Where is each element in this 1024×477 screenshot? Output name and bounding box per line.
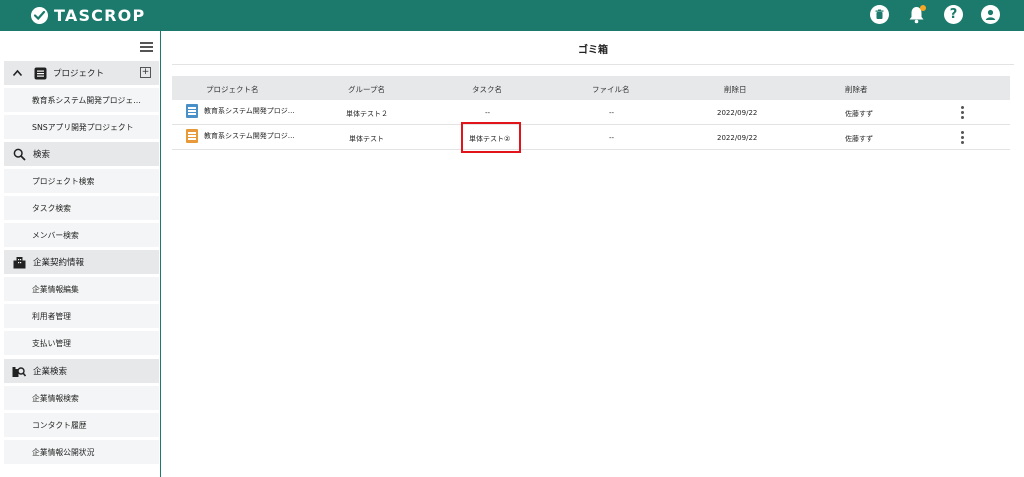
table-header: プロジェクト名 グループ名 タスク名 ファイル名 削除日 削除者 [172, 76, 1010, 100]
cell-file: -- [609, 134, 615, 142]
main-content: ゴミ箱 プロジェクト名 グループ名 タスク名 ファイル名 削除日 削除者 教育系… [162, 31, 1024, 477]
trash-icon[interactable] [870, 5, 889, 24]
cell-task: -- [485, 109, 491, 117]
column-header-deleted-by[interactable]: 削除者 [845, 84, 868, 95]
top-bar: TASCROP ? [0, 0, 1024, 31]
user-icon[interactable] [981, 5, 1000, 24]
sidebar-section-label: プロジェクト [53, 69, 105, 79]
column-header-file[interactable]: ファイル名 [592, 84, 630, 95]
page-title: ゴミ箱 [578, 45, 608, 56]
sidebar-item-user-management[interactable]: 利用者管理 [4, 304, 159, 328]
cell-deleted-date: 2022/09/22 [717, 134, 758, 142]
highlight-box [461, 122, 521, 153]
sidebar-section-company-contract[interactable]: 企業契約情報 [4, 250, 159, 274]
chevron-up-icon[interactable] [10, 66, 24, 80]
cell-group: 単体テスト２ [346, 110, 388, 118]
column-header-group[interactable]: グループ名 [348, 84, 385, 95]
menu-toggle-icon[interactable] [140, 42, 153, 52]
sidebar-item-task-search[interactable]: タスク検索 [4, 196, 159, 220]
sidebar-section-search[interactable]: 検索 [4, 142, 159, 166]
notification-dot [920, 5, 926, 11]
sidebar-section-project[interactable]: プロジェクト + [4, 61, 159, 85]
table-row[interactable]: 教育系システム開発プロジ… 単体テスト２ -- -- 2022/09/22 佐藤… [172, 100, 1010, 125]
sidebar-section-label: 企業検索 [33, 367, 68, 377]
title-divider [172, 64, 1014, 65]
building-icon [12, 255, 26, 269]
cell-file: -- [609, 109, 615, 117]
table-row[interactable]: 教育系システム開発プロジ… 単体テスト 単体テスト② -- 2022/09/22… [172, 125, 1010, 150]
sidebar-item-company-publish-status[interactable]: 企業情報公開状況 [4, 440, 159, 464]
help-icon[interactable]: ? [944, 5, 963, 24]
search-icon [12, 147, 26, 161]
bell-icon[interactable] [907, 5, 926, 24]
column-header-deleted-date[interactable]: 削除日 [724, 84, 747, 95]
trash-table: プロジェクト名 グループ名 タスク名 ファイル名 削除日 削除者 教育系システム… [172, 76, 1010, 150]
sidebar: プロジェクト + 教育系システム開発プロジェ… SNSアプリ開発プロジェクト 検… [0, 31, 161, 477]
sidebar-item-contact-history[interactable]: コンタクト履歴 [4, 413, 159, 437]
more-options-icon[interactable] [958, 106, 966, 119]
sidebar-item-company-info-search[interactable]: 企業情報検索 [4, 386, 159, 410]
cell-deleted-by: 佐藤すず [845, 135, 873, 143]
logo-check-icon [31, 7, 48, 24]
sidebar-section-label: 検索 [33, 150, 51, 160]
list-icon [33, 66, 47, 80]
sidebar-section-company-search[interactable]: 企業検索 [4, 359, 159, 383]
cell-project: 教育系システム開発プロジ… [204, 107, 295, 115]
sidebar-item-project-2[interactable]: SNSアプリ開発プロジェクト [4, 115, 159, 139]
app-logo[interactable]: TASCROP [31, 6, 145, 25]
cell-deleted-date: 2022/09/22 [717, 109, 758, 117]
project-icon [186, 129, 198, 143]
add-project-button[interactable]: + [140, 67, 151, 78]
project-icon [186, 104, 198, 118]
more-options-icon[interactable] [958, 131, 966, 144]
cell-group: 単体テスト [349, 135, 384, 143]
sidebar-item-payment-management[interactable]: 支払い管理 [4, 331, 159, 355]
sidebar-item-company-edit[interactable]: 企業情報編集 [4, 277, 159, 301]
company-search-icon [12, 364, 26, 378]
sidebar-item-project-search[interactable]: プロジェクト検索 [4, 169, 159, 193]
column-header-project[interactable]: プロジェクト名 [206, 84, 259, 95]
sidebar-item-project-1[interactable]: 教育系システム開発プロジェ… [4, 88, 159, 112]
sidebar-item-member-search[interactable]: メンバー検索 [4, 223, 159, 247]
logo-text: TASCROP [54, 6, 146, 25]
cell-deleted-by: 佐藤すず [845, 110, 873, 118]
cell-project: 教育系システム開発プロジ… [204, 132, 295, 140]
column-header-task[interactable]: タスク名 [472, 84, 502, 95]
help-glyph: ? [949, 7, 958, 22]
sidebar-section-label: 企業契約情報 [33, 258, 85, 268]
